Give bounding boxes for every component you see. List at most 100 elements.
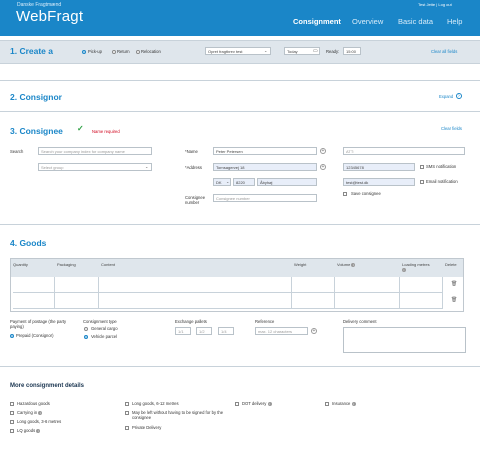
col-loading-metres-label: Loading metres xyxy=(402,262,430,267)
info-icon[interactable]: i xyxy=(36,428,41,433)
email-notification-checkbox[interactable] xyxy=(420,180,424,184)
email-value: test@test.dk xyxy=(346,180,369,185)
private-delivery-checkbox[interactable] xyxy=(125,426,129,430)
lq-goods-checkbox[interactable] xyxy=(10,429,14,433)
template-select[interactable]: Opret fragtbrev test xyxy=(205,47,271,55)
divider xyxy=(0,366,480,367)
radio-pickup[interactable] xyxy=(82,50,86,54)
clear-fields-link[interactable]: Clear fields xyxy=(441,126,462,131)
att-placeholder: ATT: xyxy=(346,149,354,154)
delivery-comment-label: Delivery comment xyxy=(343,319,377,324)
dot-delivery-label: DOT delivery i xyxy=(242,401,272,406)
info-icon[interactable]: i xyxy=(351,401,356,406)
insurance-checkbox[interactable] xyxy=(325,402,329,406)
pallet-quarter-input[interactable]: 1/4 xyxy=(218,327,234,335)
ready-time-input[interactable]: 15:00 xyxy=(343,47,361,55)
exchange-pallets-label: Exchange pallets xyxy=(175,319,207,324)
calendar-icon[interactable]: ▭ xyxy=(313,48,318,54)
nav-overview[interactable]: Overview xyxy=(352,17,383,26)
brand-logo[interactable]: WebFragt xyxy=(16,8,83,25)
email-notification-label: Email notification xyxy=(426,179,458,184)
hazardous-goods-label: Hazardous goods xyxy=(17,401,50,406)
left-without-signature-checkbox[interactable] xyxy=(125,411,129,415)
country-value: DK xyxy=(216,180,222,185)
divider xyxy=(0,111,480,112)
radio-vehicle-parcel[interactable] xyxy=(84,335,88,339)
att-input[interactable]: ATT: xyxy=(343,147,465,155)
quantity-input[interactable] xyxy=(13,293,55,309)
content-input[interactable] xyxy=(99,293,292,309)
radio-return[interactable] xyxy=(112,50,116,54)
radio-relocation[interactable] xyxy=(136,50,140,54)
radio-general-cargo[interactable] xyxy=(84,327,88,331)
quantity-input[interactable] xyxy=(13,277,55,293)
check-icon: ✓ xyxy=(77,124,84,133)
sms-notification-checkbox[interactable] xyxy=(420,165,424,169)
reference-input[interactable]: max. 12 characters xyxy=(255,327,308,335)
trash-icon[interactable]: 🗑 xyxy=(451,297,457,303)
info-icon[interactable]: i xyxy=(351,262,356,267)
radio-prepaid[interactable] xyxy=(10,334,14,338)
carrying-in-checkbox[interactable] xyxy=(10,411,14,415)
volume-input[interactable] xyxy=(335,293,400,309)
goods-table-header xyxy=(11,259,463,277)
expand-link[interactable]: Expand xyxy=(439,94,453,99)
nav-consignment[interactable]: Consignment xyxy=(293,17,341,26)
weight-input[interactable] xyxy=(292,277,335,293)
nav-help[interactable]: Help xyxy=(447,17,462,26)
radio-relocation-label: Relocation xyxy=(141,49,161,54)
city-value: Åbyhøj xyxy=(260,180,273,185)
expand-icon[interactable]: › xyxy=(456,93,462,99)
consignee-number-input[interactable]: Consignee number xyxy=(213,194,317,202)
city-input[interactable]: Åbyhøj xyxy=(257,178,317,186)
weight-input[interactable] xyxy=(292,293,335,309)
add-icon[interactable]: + xyxy=(311,328,317,334)
name-required-message: Name required xyxy=(92,129,120,134)
col-loading-metres: Loading metres i xyxy=(402,262,430,272)
email-input[interactable]: test@test.dk xyxy=(343,178,415,186)
long-goods-6-12-label: Long goods, 6-12 metres xyxy=(132,401,179,406)
pallet-quarter-placeholder: 1/4 xyxy=(221,329,227,334)
info-icon[interactable]: i xyxy=(38,410,43,415)
address-input[interactable]: Tornsagervej 18 xyxy=(213,163,317,171)
pallet-half-input[interactable]: 1/2 xyxy=(196,327,212,335)
pallet-half-placeholder: 1/2 xyxy=(199,329,205,334)
date-value: Today xyxy=(287,49,298,54)
long-goods-3-6-checkbox[interactable] xyxy=(10,420,14,424)
packaging-input[interactable] xyxy=(55,277,99,293)
loading-metres-input[interactable] xyxy=(400,277,443,293)
name-value: Peter Petersen xyxy=(216,149,243,154)
save-consignee-label: Save consignee xyxy=(351,191,381,196)
pallet-full-input[interactable]: 1/1 xyxy=(175,327,191,335)
goods-table: Quantity Packaging Content Weight Volume… xyxy=(10,258,464,312)
dot-delivery-checkbox[interactable] xyxy=(235,402,239,406)
user-links[interactable]: Test Jette | Log out xyxy=(418,2,452,7)
name-input[interactable]: Peter Petersen xyxy=(213,147,317,155)
insurance-text: Insurance xyxy=(332,401,351,406)
radio-vehicle-parcel-label: Vehicle parcel xyxy=(91,334,118,339)
add-icon[interactable]: + xyxy=(320,164,326,170)
content-input[interactable] xyxy=(99,277,292,293)
clear-all-link[interactable]: Clear all fields xyxy=(431,49,457,54)
nav-basic-data[interactable]: Basic data xyxy=(398,17,433,26)
save-consignee-checkbox[interactable] xyxy=(343,192,347,196)
delivery-comment-textarea[interactable] xyxy=(343,327,466,353)
sms-notification-label: SMS notification xyxy=(426,164,457,169)
info-icon[interactable]: i xyxy=(267,401,272,406)
lq-goods-text: LQ goods xyxy=(17,428,36,433)
trash-icon[interactable]: 🗑 xyxy=(451,281,457,287)
volume-input[interactable] xyxy=(335,277,400,293)
add-icon[interactable]: + xyxy=(320,148,326,154)
info-icon[interactable]: i xyxy=(402,267,406,272)
group-select[interactable]: Select group xyxy=(38,163,152,171)
phone-input[interactable]: 12345678 xyxy=(343,163,415,171)
postcode-input[interactable]: 8220 xyxy=(233,178,255,186)
hazardous-goods-checkbox[interactable] xyxy=(10,402,14,406)
company-search-input[interactable]: Search your company index for company na… xyxy=(38,147,152,155)
radio-pickup-label: Pick-up xyxy=(88,49,102,54)
long-goods-6-12-checkbox[interactable] xyxy=(125,402,129,406)
pallet-full-placeholder: 1/1 xyxy=(178,329,184,334)
loading-metres-input[interactable] xyxy=(400,293,443,309)
ready-time-value: 15:00 xyxy=(346,49,357,54)
packaging-input[interactable] xyxy=(55,293,99,309)
